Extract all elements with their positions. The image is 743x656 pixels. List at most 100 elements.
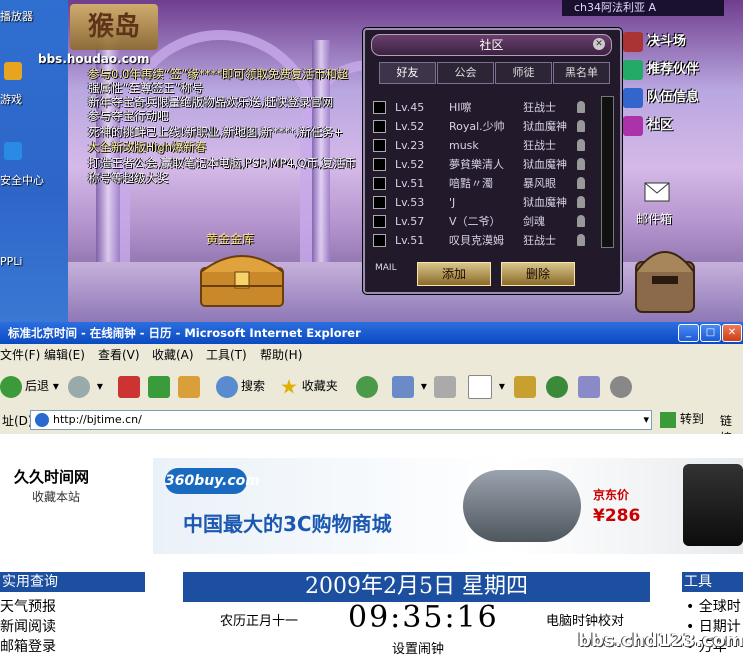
minimize-button[interactable]: _	[678, 324, 699, 342]
history-button[interactable]	[356, 372, 381, 400]
menu-party-info[interactable]: 队伍信息	[623, 86, 699, 110]
back-label: 后退	[25, 379, 50, 393]
desktop-item-pplive[interactable]: PPLi	[0, 255, 22, 268]
forward-button[interactable]: ▾	[68, 372, 103, 400]
favorites-button[interactable]: ★ 收藏夹	[280, 372, 338, 400]
friend-checkbox[interactable]	[373, 120, 386, 133]
site-name[interactable]: 久久时间网	[14, 466, 89, 487]
tab-blacklist[interactable]: 黑名单	[553, 62, 610, 84]
set-alarm-link[interactable]: 设置闹钟	[392, 638, 444, 656]
desktop-item-player[interactable]: 播放器	[0, 8, 33, 24]
security-center-icon[interactable]	[4, 142, 22, 160]
community-panel: 社区 ✕ 好友 公会 师徒 黑名单 Lv.45 HI嚓 狂战士 Lv.52 Ro…	[363, 28, 622, 294]
site-logo: 猴岛	[70, 4, 158, 50]
nav-mail-login[interactable]: 邮箱登录	[0, 636, 56, 656]
refresh-button[interactable]	[148, 372, 173, 400]
menu-tools[interactable]: 工具(T)	[206, 344, 247, 366]
envelope-icon[interactable]	[644, 182, 670, 202]
menu-community[interactable]: 社区	[623, 114, 673, 138]
menu-recommend-partner[interactable]: 推荐伙伴	[623, 58, 699, 82]
add-friend-button[interactable]: 添加	[417, 262, 491, 286]
friend-row[interactable]: Lv.53 'J 狱血魔神	[373, 193, 595, 212]
friend-class: 狱血魔神	[523, 196, 567, 209]
tab-mentor[interactable]: 师徒	[495, 62, 552, 84]
game-title-bar: ch34阿法利亚 A	[562, 0, 724, 16]
address-value: http://bjtime.cn/	[53, 413, 142, 426]
ie-window: 标准北京时间 - 在线闹钟 - 日历 - Microsoft Internet …	[0, 322, 743, 656]
friend-checkbox[interactable]	[373, 177, 386, 190]
messenger-button[interactable]	[546, 372, 571, 400]
menu-file[interactable]: 文件(F)	[0, 344, 40, 366]
tab-guild[interactable]: 公会	[437, 62, 494, 84]
home-icon	[178, 375, 200, 398]
tab-friends[interactable]: 好友	[379, 62, 436, 84]
mail-button[interactable]: ▾	[392, 372, 427, 400]
friend-row[interactable]: Lv.51 叹貝克漠姆 狂战士	[373, 231, 595, 250]
delete-friend-button[interactable]: 删除	[501, 262, 575, 286]
dropdown-arrow-icon[interactable]: ▾	[643, 411, 649, 429]
bookmark-link[interactable]: 收藏本站	[32, 488, 80, 505]
menu-edit[interactable]: 编辑(E)	[44, 344, 85, 366]
maximize-button[interactable]: □	[700, 324, 721, 342]
menu-favorites[interactable]: 收藏(A)	[152, 344, 194, 366]
desktop-item-security[interactable]: 安全中心	[0, 172, 44, 188]
friend-row[interactable]: Lv.52 Royal.少帅 狱血魔神	[373, 117, 595, 136]
discuss-button[interactable]	[514, 372, 539, 400]
clock-calibrate-link[interactable]: 电脑时钟校对	[546, 610, 624, 629]
friend-checkbox[interactable]	[373, 139, 386, 152]
friend-checkbox[interactable]	[373, 158, 386, 171]
home-button[interactable]	[178, 372, 203, 400]
desktop-item-games[interactable]: 游戏	[0, 91, 22, 107]
edit-button[interactable]: ▾	[468, 372, 505, 400]
friend-row[interactable]: Lv.52 夢貧樂清人 狱血魔神	[373, 155, 595, 174]
menu-bar: 文件(F) 编辑(E) 查看(V) 收藏(A) 工具(T) 帮助(H)	[0, 344, 743, 367]
nav-weather[interactable]: 天气预报	[0, 596, 56, 616]
friend-checkbox[interactable]	[373, 196, 386, 209]
menu-label: 社区	[647, 118, 674, 133]
stop-icon	[118, 375, 140, 398]
mailbox-icon[interactable]	[622, 232, 712, 318]
printer-icon	[434, 375, 456, 398]
print-button[interactable]	[434, 372, 459, 400]
mailbox-label[interactable]: 邮件箱	[636, 210, 672, 227]
go-button[interactable]: 转到	[660, 410, 704, 428]
menu-duel-arena[interactable]: 决斗场	[623, 30, 686, 54]
close-icon[interactable]: ✕	[593, 38, 605, 50]
media-button[interactable]	[610, 372, 635, 400]
close-button[interactable]: ✕	[722, 324, 742, 342]
address-input[interactable]: http://bjtime.cn/ ▾	[30, 410, 652, 430]
friend-class: 狂战士	[523, 139, 556, 152]
mail-icon[interactable]: MAIL	[375, 263, 397, 273]
status-icon	[577, 177, 585, 189]
friend-checkbox[interactable]	[373, 101, 386, 114]
friend-row[interactable]: Lv.45 HI嚓 狂战士	[373, 98, 595, 117]
nav-news[interactable]: 新闻阅读	[0, 616, 56, 636]
ie-title-bar[interactable]: 标准北京时间 - 在线闹钟 - 日历 - Microsoft Internet …	[0, 322, 743, 344]
gold-vault-label: 黄金金库	[206, 232, 255, 246]
left-nav-header: 实用查询	[0, 572, 145, 592]
banner-logo: 360buy.com	[165, 468, 260, 494]
banner-slogan: 中国最大的3C购物商城	[183, 512, 392, 536]
game-desktop-icon[interactable]	[4, 62, 22, 80]
date-display: 2009年2月5日 星期四	[183, 572, 650, 602]
tool-world-time[interactable]: • 全球时	[686, 596, 741, 616]
friend-row[interactable]: Lv.23 musk 狂战士	[373, 136, 595, 155]
menu-help[interactable]: 帮助(H)	[260, 344, 302, 366]
friend-level: Lv.23	[395, 139, 425, 152]
friend-list-scrollbar[interactable]	[601, 96, 614, 248]
address-label: 址(D)	[2, 414, 33, 428]
back-button[interactable]: 后退 ▾	[0, 372, 59, 400]
research-button[interactable]	[578, 372, 603, 400]
ad-banner[interactable]: 360buy.com 中国最大的3C购物商城 京东价 ¥286	[153, 458, 743, 554]
stop-button[interactable]	[118, 372, 143, 400]
treasure-chest-icon[interactable]	[197, 246, 287, 308]
friend-row[interactable]: Lv.51 喑黠〃濁 暴风眼	[373, 174, 595, 193]
friend-row[interactable]: Lv.57 V（二爷） 剑魂	[373, 212, 595, 231]
discuss-icon	[514, 375, 536, 398]
status-icon	[577, 196, 585, 208]
search-button[interactable]: 搜索	[216, 372, 265, 400]
friend-checkbox[interactable]	[373, 215, 386, 228]
menu-view[interactable]: 查看(V)	[98, 344, 140, 366]
community-icon	[623, 115, 643, 136]
friend-checkbox[interactable]	[373, 234, 386, 247]
